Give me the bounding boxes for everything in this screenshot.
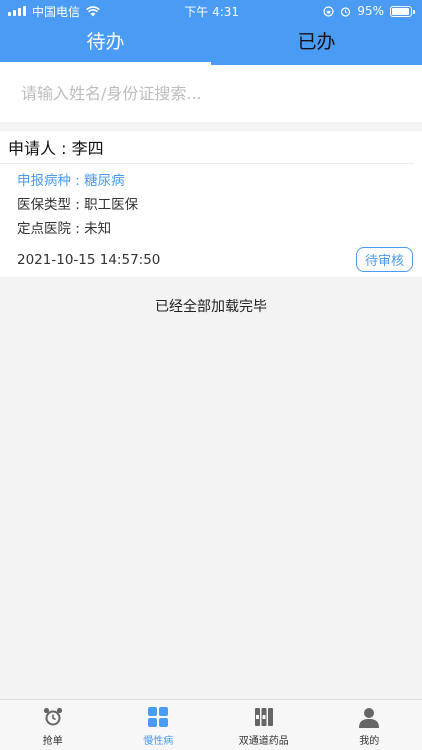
header-bar: 中国电信 下午 4:31 95% 待办 已办 — [0, 0, 422, 65]
nav-chronic-disease[interactable]: 慢性病 — [106, 700, 212, 750]
status-bar: 中国电信 下午 4:31 95% — [0, 0, 422, 22]
nav-mine[interactable]: 我的 — [317, 700, 422, 750]
applicant-name: 申请人 : 李四 — [0, 131, 414, 164]
status-time: 下午 4:31 — [184, 4, 240, 19]
nav-dual-channel-drugs[interactable]: 双通道药品 — [211, 700, 317, 750]
bottom-nav: 抢单 慢性病 双通道药品 我的 — [0, 699, 422, 750]
submit-datetime: 2021-10-15 14:57:50 — [17, 251, 161, 268]
tab-done[interactable]: 已办 — [211, 22, 422, 65]
tab-pending[interactable]: 待办 — [0, 22, 211, 65]
status-badge[interactable]: 待审核 — [355, 247, 413, 272]
wifi-icon — [86, 5, 100, 16]
nav-grab-order[interactable]: 抢单 — [0, 700, 106, 750]
nav-label: 抢单 — [42, 736, 63, 747]
medicine-icon — [254, 708, 273, 726]
orientation-lock-icon — [323, 5, 334, 17]
nav-label: 慢性病 — [143, 736, 174, 747]
carrier-label: 中国电信 — [32, 4, 81, 19]
alarm-clock-icon — [43, 707, 62, 726]
disease-type: 申报病种 : 糖尿病 — [17, 173, 125, 189]
list-end-message: 已经全部加载完毕 — [155, 299, 267, 315]
tab-bar: 待办 已办 — [0, 22, 422, 65]
alarm-icon — [341, 6, 351, 17]
record-card[interactable]: 申请人 : 李四 申报病种 : 糖尿病 医保类型 : 职工医保 定点医院 : 未… — [0, 131, 422, 277]
search-bar — [0, 65, 422, 122]
designated-hospital: 定点医院 : 未知 — [17, 221, 112, 237]
nav-label: 我的 — [359, 736, 380, 747]
grid-icon — [148, 707, 169, 727]
battery-icon — [389, 5, 415, 17]
user-icon — [359, 708, 380, 728]
insurance-type: 医保类型 : 职工医保 — [17, 197, 139, 213]
search-input[interactable] — [0, 65, 422, 122]
battery-percent: 95% — [357, 4, 384, 18]
signal-icon — [8, 6, 26, 16]
nav-label: 双通道药品 — [238, 736, 289, 747]
